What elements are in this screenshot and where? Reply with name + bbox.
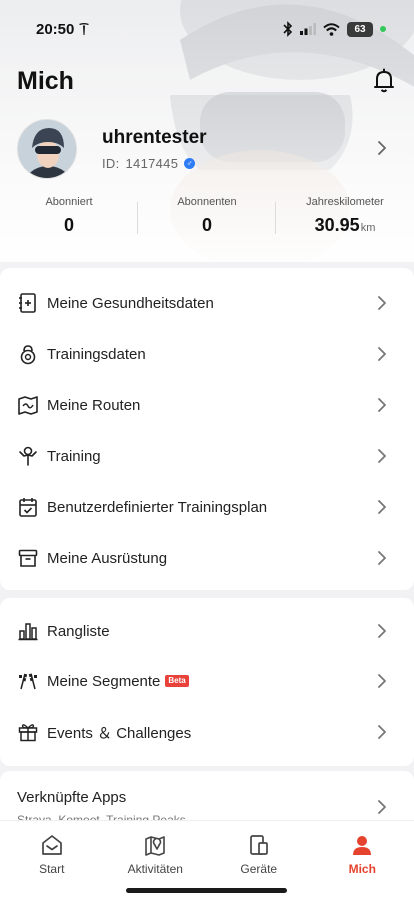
tab-label: Geräte xyxy=(240,862,278,876)
menu-item-label: Benutzerdefinierter Trainingsplan xyxy=(47,498,268,516)
home-icon xyxy=(41,835,62,855)
status-time: 20:50 xyxy=(36,21,90,38)
stat-unit: km xyxy=(360,222,376,234)
menu-card-personal: Meine Gesundheitsdaten Trainingsdaten Me… xyxy=(0,268,414,590)
menu-item-label-wrap: Meine Segmente Beta xyxy=(47,673,189,690)
stat-value: 0 xyxy=(63,215,74,235)
wifi-icon xyxy=(323,22,340,36)
tab-label: Aktivitäten xyxy=(127,862,183,876)
tesla-icon xyxy=(79,23,90,35)
stat-label: Jahreskilometer xyxy=(306,196,384,208)
stat-subscribed[interactable]: Abonniert 0 xyxy=(0,196,138,240)
tab-me[interactable]: Mich xyxy=(311,821,414,900)
user-id-value: 1417445 xyxy=(125,156,179,171)
menu-item-label: Meine Routen xyxy=(47,396,141,414)
menu-item-label: Meine Ausrüstung xyxy=(47,549,168,567)
health-data-icon xyxy=(19,293,36,313)
bar-chart-icon xyxy=(18,623,38,641)
menu-item-label: Meine Segmente xyxy=(47,672,161,690)
profile-stats: Abonniert 0 Abonnenten 0 Jahreskilometer… xyxy=(0,196,414,240)
person-icon xyxy=(353,836,372,855)
box-icon xyxy=(18,549,38,567)
menu-item-custom-training-plan[interactable]: Benutzerdefinierter Trainingsplan xyxy=(0,482,414,532)
menu-card-community: Rangliste Meine Segmente Beta Events ＆ C… xyxy=(0,598,414,766)
bluetooth-icon xyxy=(283,21,293,37)
menu-item-label: Training xyxy=(47,447,101,465)
stat-label: Abonnenten xyxy=(177,196,237,208)
user-id-label: ID: xyxy=(102,156,120,171)
clock: 20:50 xyxy=(36,20,75,38)
linked-apps-title: Verknüpfte Apps xyxy=(17,789,127,806)
chevron-right-icon xyxy=(378,551,386,565)
coach-icon xyxy=(19,446,37,466)
kettlebell-icon xyxy=(20,345,36,365)
camera-in-use-dot xyxy=(380,26,386,32)
menu-item-routes[interactable]: Meine Routen xyxy=(0,380,414,430)
menu-item-label: Events ＆ Challenges xyxy=(47,724,192,742)
status-bar: 20:50 63 xyxy=(0,16,414,42)
checkered-flags-icon xyxy=(19,673,37,690)
beta-badge: Beta xyxy=(165,675,189,687)
chevron-right-icon xyxy=(378,800,386,814)
stat-subscribers[interactable]: Abonnenten 0 xyxy=(138,196,276,240)
chevron-right-icon xyxy=(378,725,386,739)
chevron-right-icon xyxy=(378,398,386,412)
avatar[interactable] xyxy=(17,119,77,179)
menu-item-events-challenges[interactable]: Events ＆ Challenges xyxy=(0,707,414,757)
chevron-right-icon xyxy=(378,347,386,361)
battery-indicator: 63 xyxy=(347,21,373,37)
user-id: ID: 1417445 ♂ xyxy=(102,156,196,171)
map-icon xyxy=(18,396,38,415)
stat-annual-kilometers[interactable]: Jahreskilometer 30.95km xyxy=(276,196,414,240)
menu-item-health-data[interactable]: Meine Gesundheitsdaten xyxy=(0,278,414,328)
profile-chevron-right-icon[interactable] xyxy=(377,140,387,156)
menu-item-training[interactable]: Training xyxy=(0,431,414,481)
menu-item-training-data[interactable]: Trainingsdaten xyxy=(0,329,414,379)
bell-icon[interactable] xyxy=(372,68,396,94)
chevron-right-icon xyxy=(378,624,386,638)
chevron-right-icon xyxy=(378,449,386,463)
tab-label: Start xyxy=(39,862,65,876)
gift-icon xyxy=(18,724,38,742)
menu-item-leaderboard[interactable]: Rangliste xyxy=(0,606,414,656)
chevron-right-icon xyxy=(378,296,386,310)
tab-label: Mich xyxy=(348,862,376,876)
menu-item-label: Meine Gesundheitsdaten xyxy=(47,294,214,312)
status-icons: 63 xyxy=(283,21,386,37)
stat-label: Abonniert xyxy=(45,196,93,208)
calendar-check-icon xyxy=(19,498,37,517)
menu-item-label: Trainingsdaten xyxy=(47,345,146,363)
username: uhrentester xyxy=(102,127,207,148)
stat-value: 30.95km xyxy=(314,215,376,235)
page-title: Mich xyxy=(17,67,74,95)
avatar-image xyxy=(18,120,76,178)
gender-male-icon: ♂ xyxy=(184,158,196,169)
tab-start[interactable]: Start xyxy=(0,821,104,900)
home-indicator xyxy=(126,888,287,893)
signal-icon xyxy=(300,23,316,35)
chevron-right-icon xyxy=(378,500,386,514)
menu-item-equipment[interactable]: Meine Ausrüstung xyxy=(0,533,414,583)
menu-item-label: Rangliste xyxy=(47,622,110,640)
menu-item-segments[interactable]: Meine Segmente Beta xyxy=(0,656,414,706)
map-pin-icon xyxy=(145,836,166,856)
devices-icon xyxy=(249,835,268,855)
chevron-right-icon xyxy=(378,674,386,688)
stat-value: 0 xyxy=(201,215,212,235)
